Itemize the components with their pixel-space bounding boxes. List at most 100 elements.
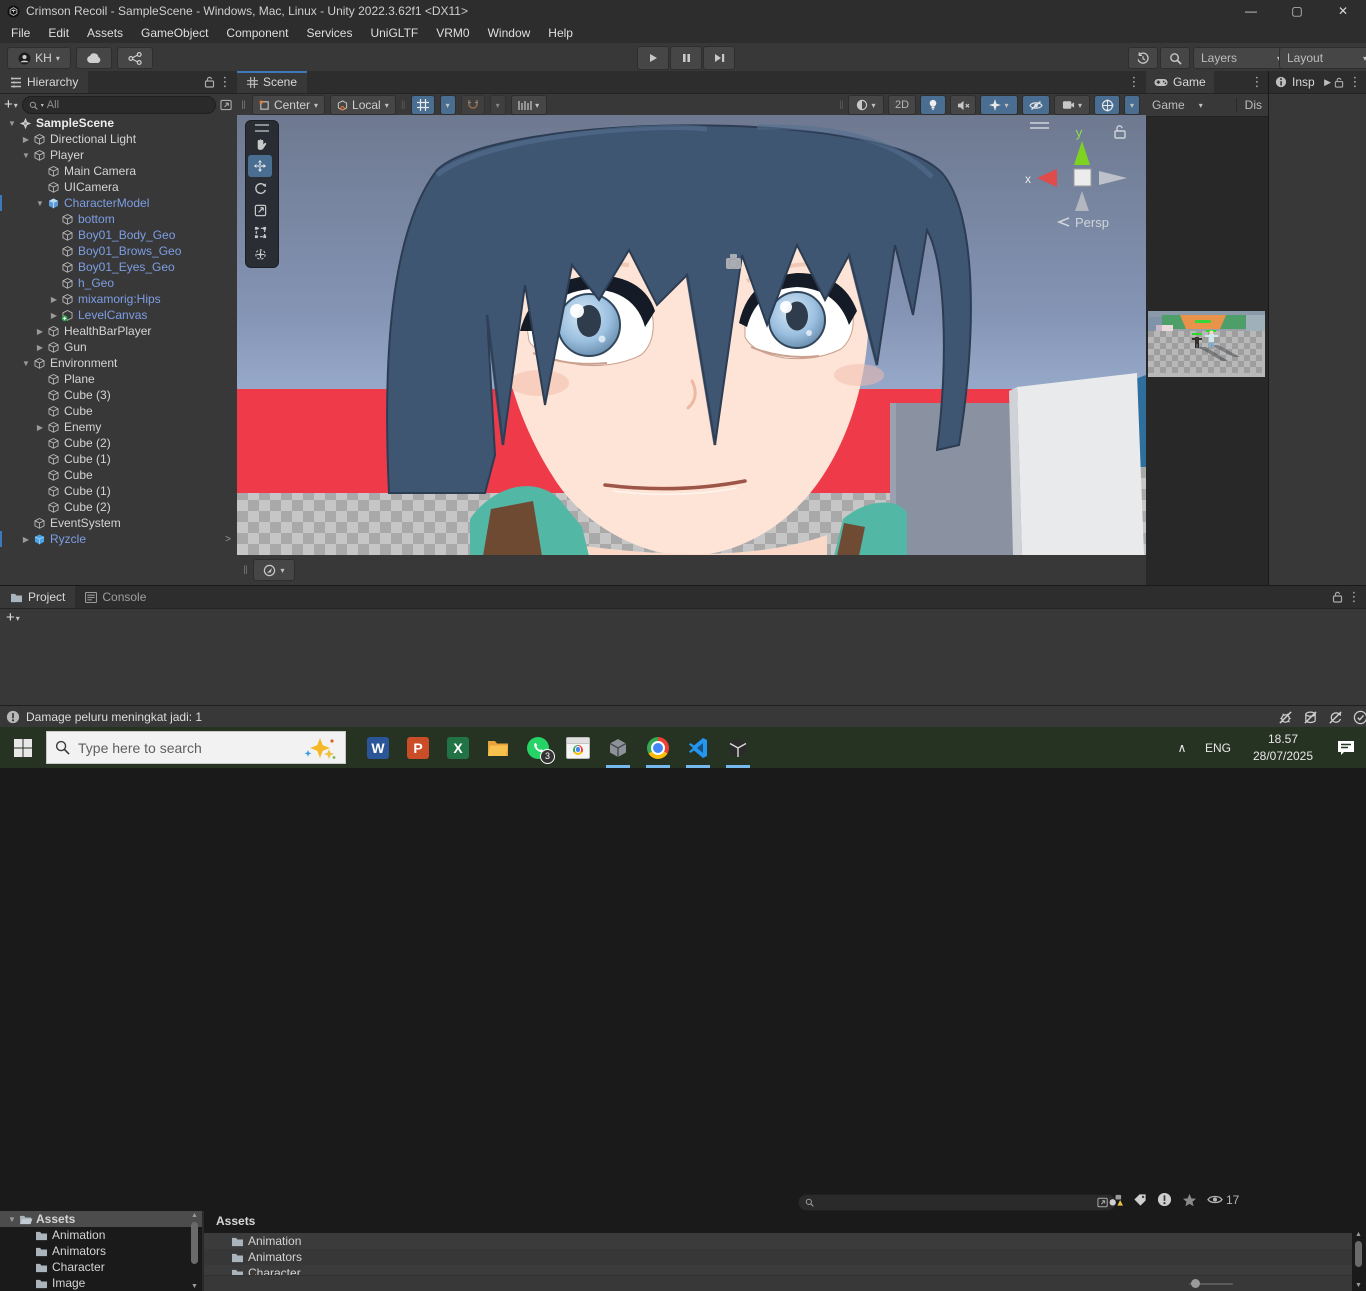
expand-arrow[interactable]: ▶ — [34, 343, 46, 352]
taskbar-app-chrome[interactable] — [638, 728, 678, 768]
lock-icon[interactable] — [1334, 77, 1344, 88]
grid-snap-caret[interactable]: ▾ — [440, 95, 456, 115]
activity-ok-icon[interactable] — [1353, 710, 1366, 725]
favorites-icon[interactable] — [1182, 1193, 1197, 1207]
filter-by-type-icon[interactable] — [1108, 1193, 1123, 1207]
expand-arrow[interactable]: ▶ — [48, 295, 60, 304]
filter-by-label-icon[interactable] — [1133, 1193, 1147, 1207]
snap-increment-caret[interactable]: ▾ — [490, 95, 506, 115]
taskbar-app-powerpoint[interactable]: P — [398, 728, 438, 768]
hierarchy-item[interactable]: ▼Player — [0, 147, 237, 163]
2d-toggle[interactable]: 2D — [888, 95, 916, 115]
display-option-truncated[interactable]: Dis — [1236, 98, 1262, 112]
hierarchy-item[interactable]: EventSystem — [0, 515, 237, 531]
notification-center-button[interactable] — [1326, 739, 1366, 757]
expand-arrow[interactable]: ▼ — [20, 359, 32, 368]
project-folder-item[interactable]: Image — [0, 1275, 202, 1291]
project-menu-button[interactable]: ⋮ — [1346, 589, 1362, 605]
overlay-drag-handle[interactable] — [248, 123, 276, 133]
expand-arrow[interactable]: ▶ — [20, 535, 32, 544]
transform-tool-button[interactable] — [248, 243, 272, 265]
tab-scroll-arrow[interactable]: ▶ — [1324, 77, 1331, 88]
scroll-up-arrow[interactable]: ▲ — [188, 1212, 201, 1219]
hierarchy-item[interactable]: ▶HealthBarPlayer — [0, 323, 237, 339]
hierarchy-item[interactable]: Boy01_Brows_Geo — [0, 243, 237, 259]
project-search-input[interactable] — [798, 1194, 1116, 1211]
draw-mode-dropdown[interactable]: ▾ — [848, 95, 884, 115]
step-button[interactable] — [703, 46, 735, 70]
tab-console[interactable]: Console — [75, 586, 156, 608]
menu-window[interactable]: Window — [479, 26, 540, 40]
scroll-thumb[interactable] — [191, 1222, 198, 1264]
hidden-count-icon[interactable] — [1157, 1192, 1172, 1207]
project-folder-item[interactable]: Animators — [0, 1243, 202, 1259]
gizmos-caret[interactable]: ▾ — [1124, 95, 1140, 115]
status-message[interactable]: Damage peluru meningkat jadi: 1 — [26, 710, 202, 724]
expand-arrow[interactable]: ▶ — [34, 423, 46, 432]
expand-arrow[interactable]: ▼ — [6, 119, 18, 128]
hierarchy-item[interactable]: ▶Directional Light — [0, 131, 237, 147]
project-folder-item[interactable]: Animation — [0, 1227, 202, 1243]
asset-item[interactable]: Animation — [204, 1233, 1352, 1249]
start-button[interactable] — [0, 728, 46, 768]
grid-snap-toggle[interactable] — [411, 95, 435, 115]
project-folder-item[interactable]: Character — [0, 1259, 202, 1275]
gizmos-toggle[interactable] — [1094, 95, 1120, 115]
clock[interactable]: 18.57 28/07/2025 — [1240, 731, 1326, 763]
hierarchy-item[interactable]: Main Camera — [0, 163, 237, 179]
assets-breadcrumb[interactable]: Assets — [216, 1214, 255, 1228]
taskbar-app-whatsapp[interactable]: 3 — [518, 728, 558, 768]
language-indicator[interactable]: ENG — [1196, 741, 1240, 755]
expand-arrow[interactable]: ▶ — [20, 135, 32, 144]
tab-hierarchy[interactable]: Hierarchy — [0, 71, 88, 93]
audio-toggle[interactable] — [950, 95, 976, 115]
hierarchy-item[interactable]: Plane — [0, 371, 237, 387]
tab-project[interactable]: Project — [0, 586, 75, 608]
snap-increment-button[interactable] — [461, 95, 485, 115]
taskbar-app-unity[interactable] — [718, 728, 758, 768]
hierarchy-item[interactable]: Cube — [0, 403, 237, 419]
scene-menu-button[interactable]: ⋮ — [1126, 74, 1142, 90]
open-search-window-icon[interactable] — [220, 99, 233, 111]
create-asset-button[interactable]: +▾ — [6, 613, 20, 623]
cloud-button[interactable] — [76, 47, 112, 69]
asset-zoom-slider[interactable] — [1189, 1281, 1233, 1287]
layers-dropdown[interactable]: Layers▾ — [1193, 47, 1289, 69]
taskbar-app-unity-hub[interactable] — [598, 728, 638, 768]
menu-help[interactable]: Help — [539, 26, 582, 40]
scroll-thumb[interactable] — [1355, 1241, 1362, 1267]
maximize-button[interactable]: ▢ — [1274, 0, 1320, 22]
expand-arrow[interactable]: ▶ — [48, 311, 60, 320]
search-button[interactable] — [1160, 47, 1190, 69]
menu-unigltf[interactable]: UniGLTF — [361, 26, 427, 40]
expand-arrow[interactable]: ▶ — [34, 327, 46, 336]
move-tool-button[interactable] — [248, 155, 272, 177]
create-object-button[interactable]: +▾ — [4, 100, 18, 110]
hierarchy-item[interactable]: Cube (1) — [0, 451, 237, 467]
layout-dropdown[interactable]: Layout▾ — [1279, 47, 1366, 69]
hierarchy-item[interactable]: bottom — [0, 211, 237, 227]
handle-space-dropdown[interactable]: Local▾ — [330, 95, 396, 115]
menu-edit[interactable]: Edit — [39, 26, 78, 40]
hierarchy-item[interactable]: ▶Gun — [0, 339, 237, 355]
taskbar-app-excel[interactable]: X — [438, 728, 478, 768]
hierarchy-item[interactable]: Cube (2) — [0, 499, 237, 515]
hierarchy-item[interactable]: h_Geo — [0, 275, 237, 291]
auto-refresh-disabled-icon[interactable] — [1328, 710, 1343, 725]
hierarchy-item[interactable]: ▶mixamorig:Hips — [0, 291, 237, 307]
prefab-open-chevron[interactable]: > — [225, 534, 231, 545]
taskbar-search-box[interactable]: Type here to search — [46, 731, 346, 764]
hierarchy-item[interactable]: Boy01_Body_Geo — [0, 227, 237, 243]
game-menu-button[interactable]: ⋮ — [1249, 74, 1265, 90]
hierarchy-menu-button[interactable]: ⋮ — [217, 74, 233, 90]
debugger-disabled-icon[interactable] — [1278, 710, 1293, 725]
hierarchy-item[interactable]: Cube — [0, 467, 237, 483]
hierarchy-search-input[interactable]: ▾ All — [22, 96, 216, 114]
slider-knob[interactable] — [1191, 1279, 1200, 1288]
pause-button[interactable] — [670, 46, 702, 70]
lock-icon[interactable] — [1332, 591, 1343, 603]
hierarchy-item[interactable]: ▶Ryzcle> — [0, 531, 237, 547]
expand-arrow[interactable]: ▼ — [6, 1215, 18, 1224]
lock-icon[interactable] — [204, 76, 215, 88]
hierarchy-item[interactable]: Cube (3) — [0, 387, 237, 403]
